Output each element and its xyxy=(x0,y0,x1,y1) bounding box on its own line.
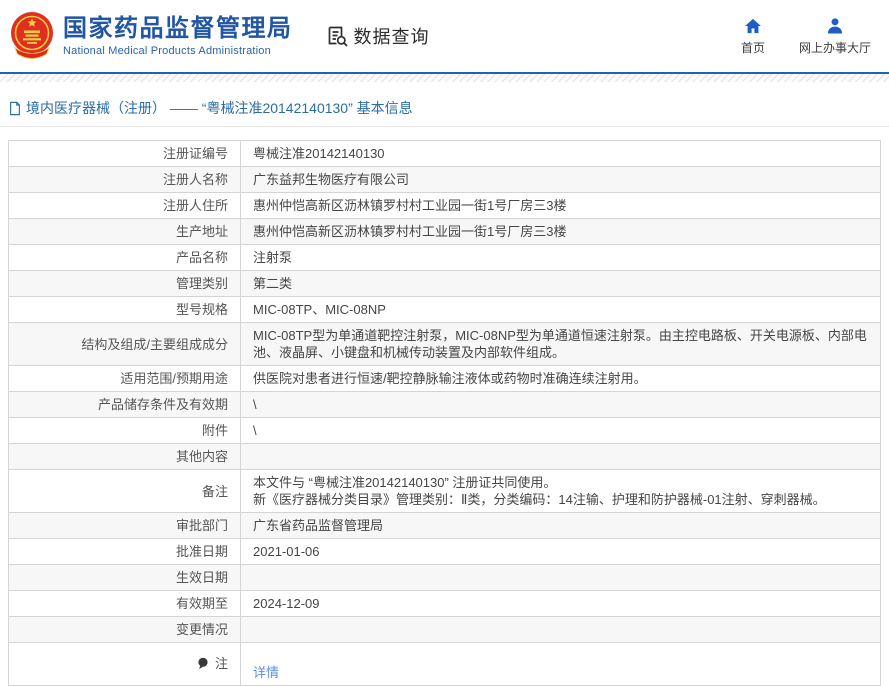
row-label: 结构及组成/主要组成成分 xyxy=(9,323,241,366)
stripe-band xyxy=(0,74,889,82)
row-value: 供医院对患者进行恒速/靶控静脉输注液体或药物时准确连续注射用。 xyxy=(241,366,881,392)
row-value: 惠州仲恺高新区沥林镇罗村村工业园一街1号厂房三3楼 xyxy=(241,219,881,245)
row-value xyxy=(241,617,881,643)
row-value: 广东省药品监督管理局 xyxy=(241,513,881,539)
row-value: 2024-12-09 xyxy=(241,591,881,617)
table-row: 注 详情 xyxy=(9,643,881,686)
home-icon xyxy=(743,16,763,36)
user-icon xyxy=(825,16,845,36)
table-row: 变更情况 xyxy=(9,617,881,643)
document-search-icon xyxy=(325,24,349,48)
table-row: 审批部门 广东省药品监督管理局 xyxy=(9,513,881,539)
row-value: 详情 xyxy=(241,643,881,686)
row-value: 第二类 xyxy=(241,271,881,297)
row-label: 型号规格 xyxy=(9,297,241,323)
row-label: 批准日期 xyxy=(9,539,241,565)
row-label: 审批部门 xyxy=(9,513,241,539)
row-label: 生效日期 xyxy=(9,565,241,591)
row-label: 产品名称 xyxy=(9,245,241,271)
table-row: 产品名称 注射泵 xyxy=(9,245,881,271)
row-label: 备注 xyxy=(9,470,241,513)
table-row: 批准日期 2021-01-06 xyxy=(9,539,881,565)
row-value: 粤械注准20142140130 xyxy=(241,141,881,167)
note-icon xyxy=(197,658,213,673)
row-label: 其他内容 xyxy=(9,444,241,470)
table-row: 注册人名称 广东益邦生物医疗有限公司 xyxy=(9,167,881,193)
brand-subtitle: National Medical Products Administration xyxy=(63,45,293,57)
table-row: 生产地址 惠州仲恺高新区沥林镇罗村村工业园一街1号厂房三3楼 xyxy=(9,219,881,245)
nav-home[interactable]: 首页 xyxy=(741,16,765,56)
table-row: 有效期至 2024-12-09 xyxy=(9,591,881,617)
table-row: 其他内容 xyxy=(9,444,881,470)
row-label: 产品储存条件及有效期 xyxy=(9,392,241,418)
table-row: 产品储存条件及有效期 \ xyxy=(9,392,881,418)
header-nav: 首页 网上办事大厅 xyxy=(741,16,871,56)
table-row: 备注 本文件与 “粤械注准20142140130” 注册证共同使用。 新《医疗器… xyxy=(9,470,881,513)
table-row: 适用范围/预期用途 供医院对患者进行恒速/靶控静脉输注液体或药物时准确连续注射用… xyxy=(9,366,881,392)
row-label: 管理类别 xyxy=(9,271,241,297)
brand: 国家药品监督管理局 National Medical Products Admi… xyxy=(8,10,293,62)
row-label: 注册证编号 xyxy=(9,141,241,167)
breadcrumb: 境内医疗器械（注册） —— “粤械注准20142140130” 基本信息 xyxy=(0,98,889,127)
row-label: 注册人名称 xyxy=(9,167,241,193)
nav-home-label: 首页 xyxy=(741,39,765,56)
data-query-section[interactable]: 数据查询 xyxy=(325,23,430,49)
brand-title: 国家药品监督管理局 xyxy=(63,15,293,43)
row-label: 生产地址 xyxy=(9,219,241,245)
row-label: 注册人住所 xyxy=(9,193,241,219)
table-row: 生效日期 xyxy=(9,565,881,591)
table-row: 附件 \ xyxy=(9,418,881,444)
nmpa-emblem-logo xyxy=(8,10,56,62)
page-icon xyxy=(8,101,22,116)
table-row: 注册证编号 粤械注准20142140130 xyxy=(9,141,881,167)
row-value: 注射泵 xyxy=(241,245,881,271)
brand-text: 国家药品监督管理局 National Medical Products Admi… xyxy=(63,15,293,57)
table-row: 型号规格 MIC-08TP、MIC-08NP xyxy=(9,297,881,323)
row-value: 广东益邦生物医疗有限公司 xyxy=(241,167,881,193)
row-value: \ xyxy=(241,392,881,418)
details-link[interactable]: 详情 xyxy=(253,665,279,680)
row-value: 本文件与 “粤械注准20142140130” 注册证共同使用。 新《医疗器械分类… xyxy=(241,470,881,513)
row-value: MIC-08TP、MIC-08NP xyxy=(241,297,881,323)
nav-service-hall[interactable]: 网上办事大厅 xyxy=(799,16,871,56)
table-row: 管理类别 第二类 xyxy=(9,271,881,297)
row-label: 适用范围/预期用途 xyxy=(9,366,241,392)
row-label: 注 xyxy=(9,643,241,686)
nav-service-hall-label: 网上办事大厅 xyxy=(799,39,871,56)
row-value: MIC-08TP型为单通道靶控注射泵，MIC-08NP型为单通道恒速注射泵。由主… xyxy=(241,323,881,366)
row-label: 附件 xyxy=(9,418,241,444)
row-value xyxy=(241,444,881,470)
row-value: 惠州仲恺高新区沥林镇罗村村工业园一街1号厂房三3楼 xyxy=(241,193,881,219)
row-value: 2021-01-06 xyxy=(241,539,881,565)
note-label: 注 xyxy=(215,656,228,671)
row-value: \ xyxy=(241,418,881,444)
table-row: 注册人住所 惠州仲恺高新区沥林镇罗村村工业园一街1号厂房三3楼 xyxy=(9,193,881,219)
data-query-label: 数据查询 xyxy=(354,23,430,49)
breadcrumb-text: 境内医疗器械（注册） —— “粤械注准20142140130” 基本信息 xyxy=(26,98,413,118)
row-label: 有效期至 xyxy=(9,591,241,617)
row-value xyxy=(241,565,881,591)
table-row: 结构及组成/主要组成成分 MIC-08TP型为单通道靶控注射泵，MIC-08NP… xyxy=(9,323,881,366)
registration-info-table: 注册证编号 粤械注准20142140130 注册人名称 广东益邦生物医疗有限公司… xyxy=(8,140,881,686)
row-label: 变更情况 xyxy=(9,617,241,643)
site-header: 国家药品监督管理局 National Medical Products Admi… xyxy=(0,0,889,72)
